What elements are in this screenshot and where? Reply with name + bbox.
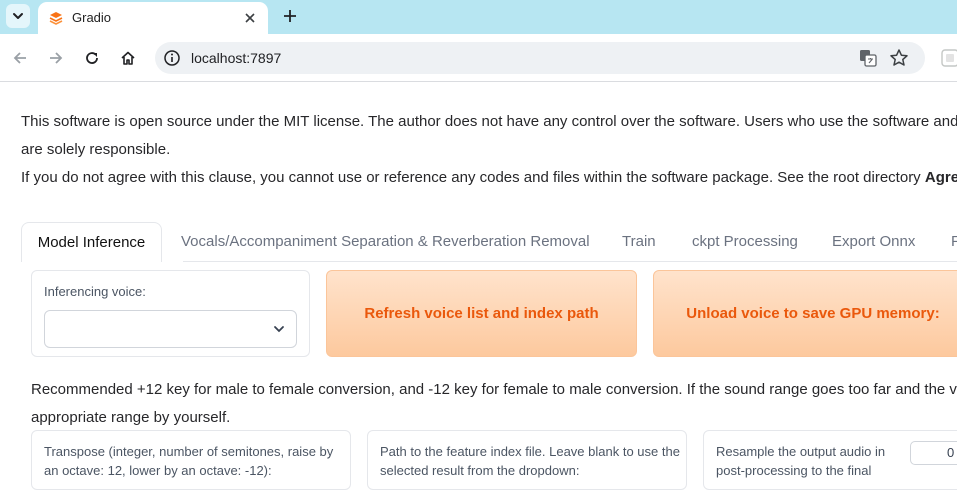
unload-voice-button[interactable]: Unload voice to save GPU memory: <box>653 270 957 357</box>
back-button[interactable] <box>8 46 32 70</box>
tab-export-onnx[interactable]: Export Onnx <box>832 233 915 250</box>
notice-line-1: This software is open source under the M… <box>21 113 957 130</box>
tabs-divider <box>183 261 957 262</box>
tab-title: Gradio <box>72 10 112 25</box>
chevron-down-icon <box>13 13 23 19</box>
transpose-label: Transpose (integer, number of semitones,… <box>44 442 333 480</box>
tab-ckpt-processing[interactable]: ckpt Processing <box>692 233 798 250</box>
notice-line-3-text: If you do not agree with this clause, yo… <box>21 169 925 186</box>
close-icon <box>245 13 255 23</box>
resample-rate-input[interactable]: 0 <box>910 441 957 465</box>
feature-index-label: Path to the feature index file. Leave bl… <box>380 442 680 480</box>
plus-icon <box>284 10 296 22</box>
tab-model-inference[interactable]: Model Inference <box>21 222 162 262</box>
inferencing-voice-panel: Inferencing voice: <box>31 270 310 357</box>
tab-train[interactable]: Train <box>622 233 656 250</box>
browser-tab-gradio[interactable]: Gradio <box>38 2 268 34</box>
tab-more[interactable]: F <box>951 233 957 250</box>
tab-vocals-separation[interactable]: Vocals/Accompaniment Separation & Reverb… <box>181 233 590 250</box>
transpose-label-line-1: Transpose (integer, number of semitones,… <box>44 444 334 459</box>
notice-line-3: If you do not agree with this clause, yo… <box>21 164 957 192</box>
home-icon <box>121 51 135 65</box>
agreement-link[interactable]: Agree <box>925 169 957 186</box>
home-button[interactable] <box>116 46 140 70</box>
address-bar[interactable]: localhost:7897 <box>155 42 925 74</box>
reload-icon <box>86 52 98 64</box>
new-tab-button[interactable] <box>279 5 301 27</box>
resample-label-line-1: Resample the output audio in <box>716 444 886 459</box>
inferencing-voice-dropdown[interactable] <box>44 310 297 348</box>
chevron-down-icon <box>274 326 284 333</box>
recommendation-line-1: Recommended +12 key for male to female c… <box>31 381 957 398</box>
resample-label-line-2: post-processing to the final <box>716 463 872 478</box>
feature-index-label-line-1: Path to the feature index file. Leave bl… <box>380 444 680 459</box>
forward-button[interactable] <box>44 46 68 70</box>
feature-index-label-line-2: selected result from the dropdown: <box>380 463 580 478</box>
resample-label: Resample the output audio in post-proces… <box>716 442 885 480</box>
url-text[interactable]: localhost:7897 <box>191 50 281 66</box>
refresh-voice-list-button[interactable]: Refresh voice list and index path <box>326 270 637 357</box>
info-icon[interactable] <box>163 49 181 67</box>
transpose-field[interactable]: Transpose (integer, number of semitones,… <box>31 430 351 490</box>
transpose-label-line-2: an octave: 12, lower by an octave: -12): <box>44 463 272 478</box>
arrow-left-icon <box>13 52 26 64</box>
feature-index-path-field[interactable]: Path to the feature index file. Leave bl… <box>367 430 687 490</box>
reload-button[interactable] <box>80 46 104 70</box>
browser-tabstrip: Gradio <box>0 0 957 34</box>
recommendation-line-2: appropriate range by yourself. <box>31 409 231 426</box>
main-tabs: Model Inference Vocals/Accompaniment Sep… <box>21 222 957 262</box>
license-notice: This software is open source under the M… <box>21 108 957 192</box>
transpose-recommendation: Recommended +12 key for male to female c… <box>31 376 957 432</box>
translate-icon[interactable] <box>859 49 877 67</box>
close-tab-button[interactable] <box>240 8 260 28</box>
tab-search-button[interactable] <box>6 4 30 28</box>
notice-line-2: are solely responsible. <box>21 141 171 158</box>
arrow-right-icon <box>50 52 63 64</box>
inferencing-voice-label: Inferencing voice: <box>44 284 146 299</box>
browser-toolbar: localhost:7897 <box>0 34 957 82</box>
bookmark-star-icon[interactable] <box>889 48 909 68</box>
extension-icon[interactable] <box>940 48 957 68</box>
gradio-logo-icon <box>49 12 63 25</box>
